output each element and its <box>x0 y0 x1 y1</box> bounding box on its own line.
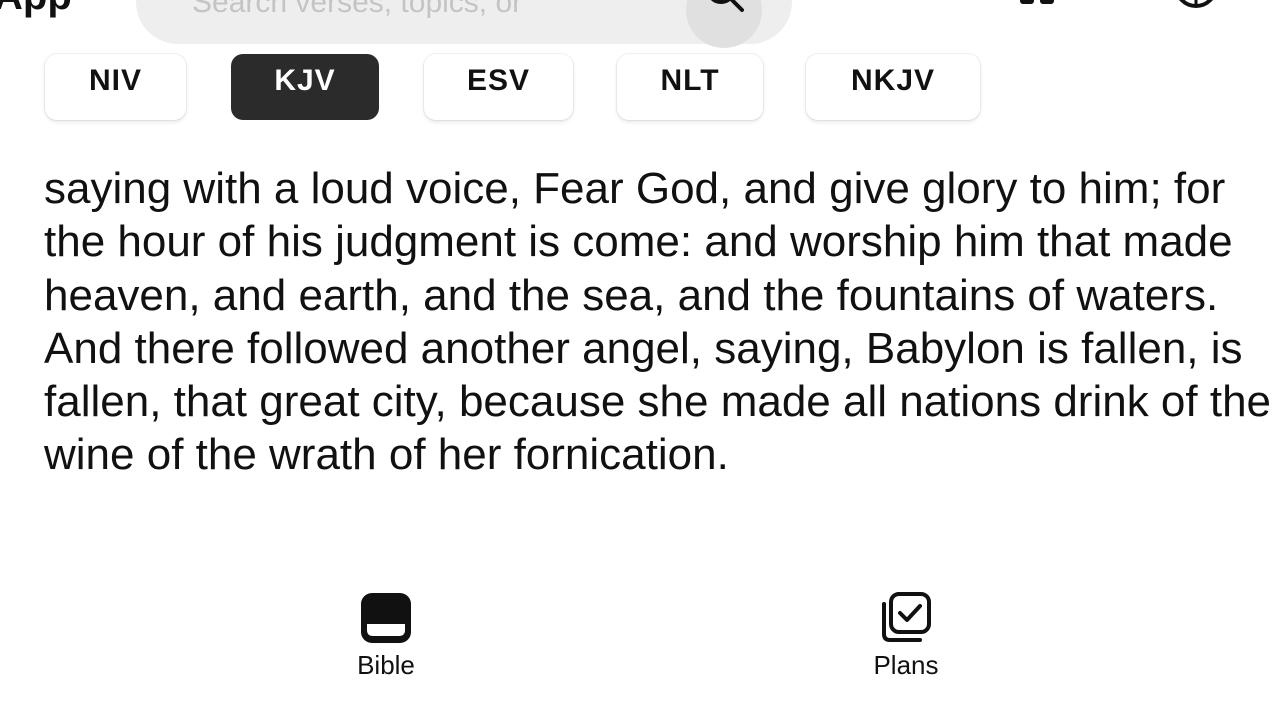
version-chip-esv[interactable]: ESV <box>424 54 573 120</box>
version-chip-nlt[interactable]: NLT <box>617 54 763 120</box>
nav-item-plans[interactable]: Plans <box>826 590 986 690</box>
bottom-navigation: Bible Plans <box>0 580 1280 720</box>
bible-book-icon <box>361 593 411 643</box>
version-chip-label: NKJV <box>850 64 936 97</box>
version-chip-nkjv[interactable]: NKJV <box>806 54 980 120</box>
version-chip-label: ESV <box>466 64 531 97</box>
version-selector: NIV KJV ESV NLT NKJV <box>0 0 1280 125</box>
verse-text: saying with a loud voice, Fear God, and … <box>44 164 1272 480</box>
bible-app-screen: App NIV KJV ESV <box>0 0 1280 720</box>
version-chip-kjv[interactable]: KJV <box>231 54 379 120</box>
nav-item-label: Plans <box>873 650 939 680</box>
version-chip-label: NIV <box>88 64 142 97</box>
nav-item-bible[interactable]: Bible <box>306 590 466 690</box>
version-chip-label: KJV <box>274 64 336 97</box>
version-chip-label: NLT <box>660 64 720 97</box>
plans-checklist-icon <box>882 592 931 642</box>
version-chip-niv[interactable]: NIV <box>45 54 186 120</box>
nav-item-label: Bible <box>357 650 415 680</box>
